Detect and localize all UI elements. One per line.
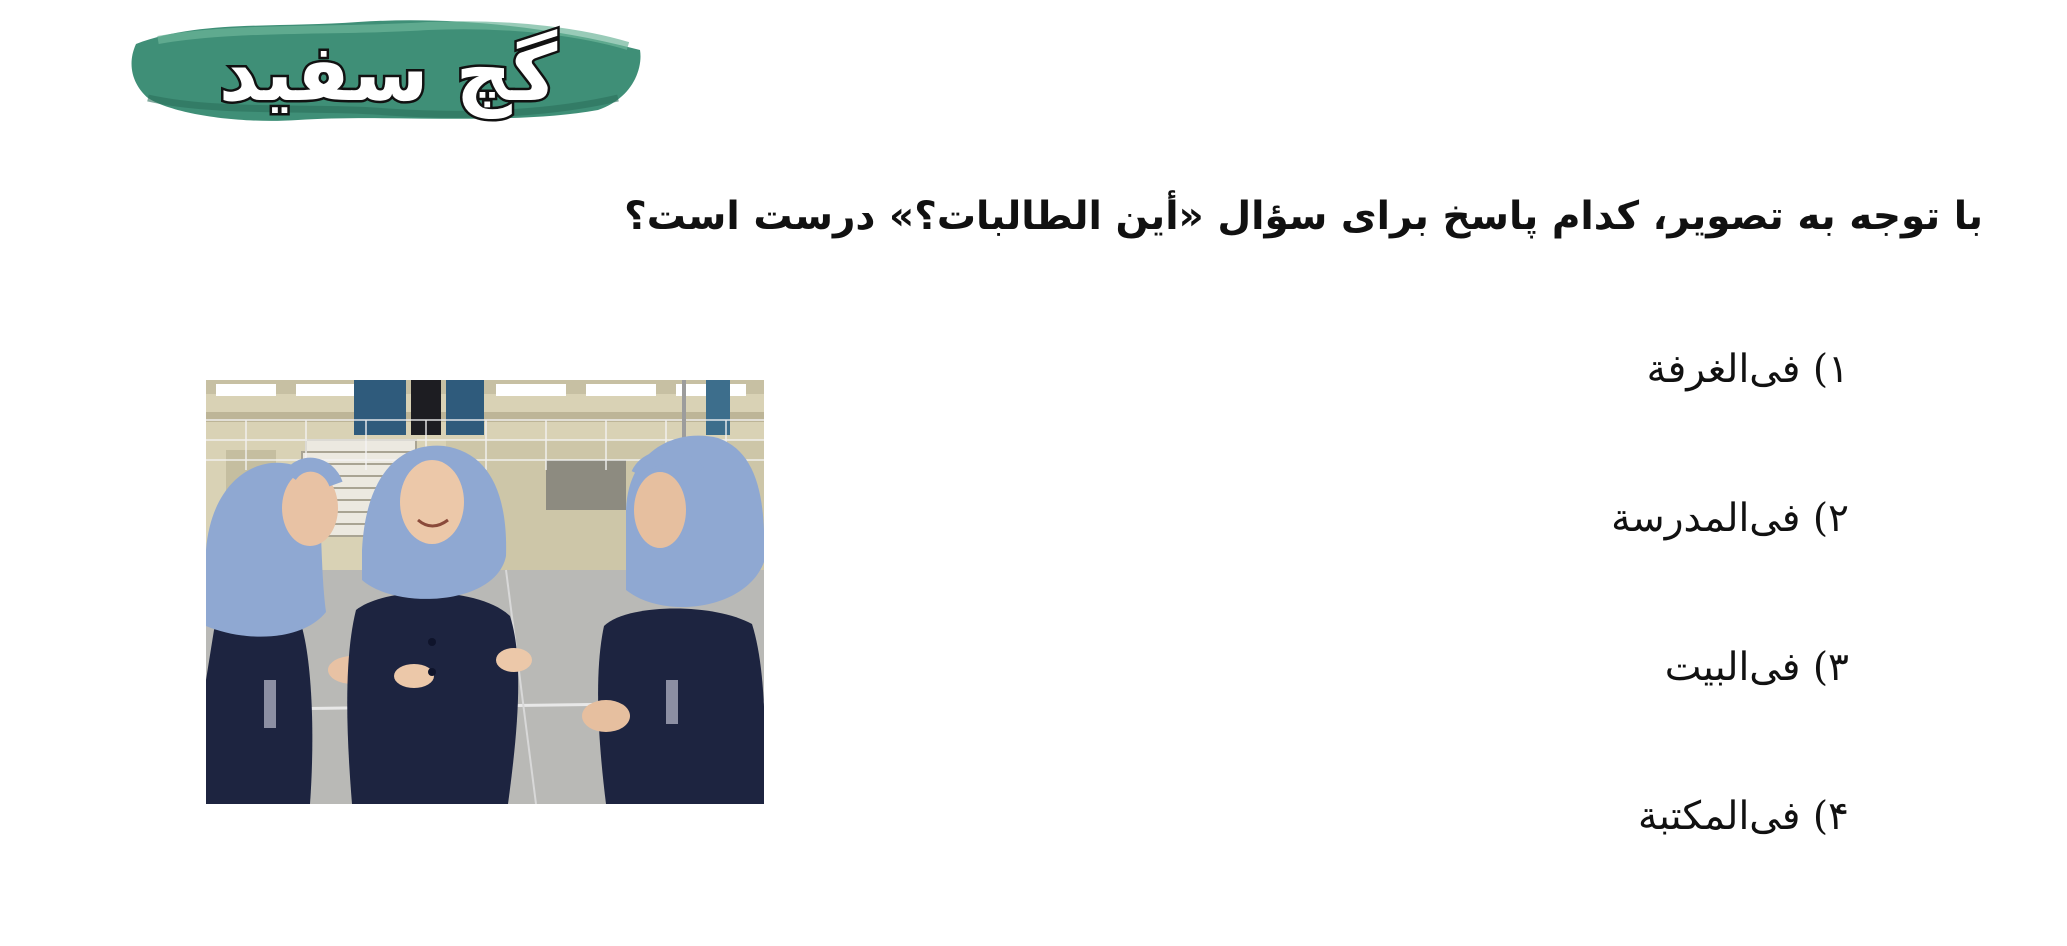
option-3[interactable]: ۳) فی‌البیت [1349, 648, 1849, 797]
question-text: با توجه به تصویر، کدام پاسخ برای سؤال «أ… [624, 194, 1983, 239]
option-4[interactable]: ۴) فی‌المکتبة [1349, 797, 1849, 946]
option-1[interactable]: ۱) فی‌الغرفة [1349, 350, 1849, 499]
answer-options: ۱) فی‌الغرفة ۲) فی‌المدرسة ۳) فی‌البیت ۴… [1349, 350, 1849, 946]
schoolyard-photo [206, 380, 764, 804]
logo-wordmark: گچ سفید [219, 29, 558, 119]
option-2[interactable]: ۲) فی‌المدرسة [1349, 499, 1849, 648]
brand-logo: گچ سفید [128, 6, 648, 141]
